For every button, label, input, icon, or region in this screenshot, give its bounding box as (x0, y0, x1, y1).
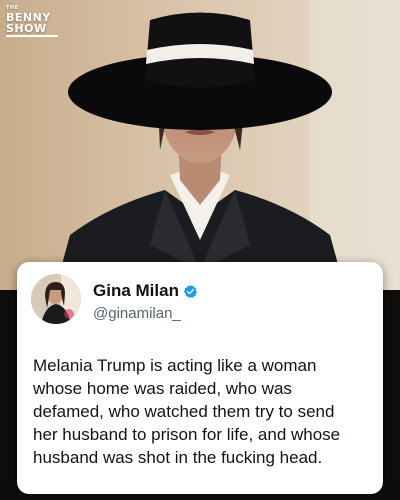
tweet-text: Melania Trump is acting like a woman who… (33, 356, 341, 467)
benny-show-logo: THE BENNY SHOW (6, 6, 58, 37)
author-handle[interactable]: @ginamilan_ (93, 305, 181, 322)
author-name[interactable]: Gina Milan (93, 281, 179, 301)
avatar[interactable] (31, 274, 81, 324)
header-photo: THE BENNY SHOW (0, 0, 400, 290)
tweet-card: Gina Milan @ginamilan_ Melania Trump is … (17, 262, 383, 494)
logo-show-text: SHOW (6, 23, 58, 37)
portrait-illustration (0, 0, 400, 290)
avatar-image (31, 274, 81, 324)
verified-badge-icon (183, 284, 198, 299)
